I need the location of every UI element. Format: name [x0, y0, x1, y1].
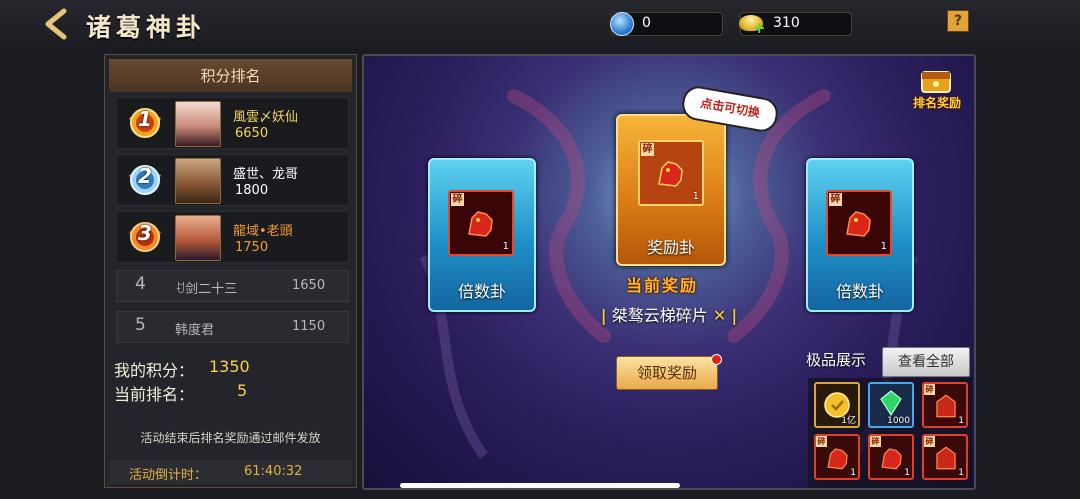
beast-fragment-icon	[827, 448, 848, 470]
player-name: 韩度君	[175, 323, 215, 338]
rank-number: 1	[138, 107, 152, 131]
tower-fragment-icon	[936, 394, 956, 418]
rank-number: 4	[135, 274, 146, 294]
back-arrow-icon[interactable]	[40, 8, 74, 40]
fragment-tag: 碎	[924, 384, 935, 395]
home-indicator[interactable]	[400, 483, 680, 488]
multiply-icon: ✕	[712, 306, 727, 325]
fragment-tag: 碎	[924, 436, 935, 447]
gold-ingot-counter: + 310	[739, 12, 852, 37]
reward-item-name: 桀骜云梯碎片	[611, 306, 708, 325]
showcase-item[interactable]: 碎 1	[814, 434, 860, 480]
player-score: 1800	[235, 183, 269, 198]
countdown-bar: 活动倒计时： 61:40:32	[109, 460, 352, 484]
rank-row-4[interactable]: 4 ꀀ剑二十三 1650	[116, 270, 349, 302]
player-score: 1750	[235, 240, 269, 255]
player-name: 龍域•老頭	[233, 224, 293, 239]
gold-ingot-value: 310	[773, 15, 800, 31]
taiji-currency-counter: 0	[610, 12, 723, 36]
card-label: 倍数卦	[835, 282, 884, 301]
avatar	[175, 158, 221, 204]
rank-row-2[interactable]: 2 盛世、龙哥 1800	[116, 154, 349, 206]
card-label: 奖励卦	[646, 238, 695, 257]
multiplier-card-left[interactable]: 碎 1 倍数卦	[428, 158, 536, 312]
item-quantity: 1	[502, 241, 509, 252]
rank-number: 5	[135, 315, 146, 335]
item-quantity: 1	[958, 468, 964, 478]
fragment-tag: 碎	[451, 193, 464, 206]
fragment-item-slot: 碎 1	[448, 190, 514, 256]
add-ingot-icon[interactable]: +	[753, 19, 766, 37]
item-quantity: 1	[850, 468, 856, 478]
help-button[interactable]: ?	[947, 10, 969, 32]
my-score-label: 我的积分：	[114, 361, 195, 380]
fragment-item-slot: 碎 1	[826, 190, 892, 256]
bracket-right-icon: |	[731, 306, 738, 325]
rank-row-1[interactable]: 1 風雲〆妖仙 6650	[116, 97, 349, 149]
fragment-tag: 碎	[870, 436, 881, 447]
showcase-item[interactable]: 碎 1	[868, 434, 914, 480]
reward-mail-notice: 活动结束后排名奖励通过邮件发放	[140, 431, 321, 445]
ranking-panel: 积分排名 1 風雲〆妖仙 6650 2 盛世、龙哥 1800 3 龍域•老頭 1…	[104, 54, 357, 488]
player-score: 1150	[292, 319, 326, 334]
item-quantity: 1	[880, 241, 887, 252]
reward-name-line: | 桀骜云梯碎片 ✕ |	[584, 302, 754, 326]
fragment-tag: 碎	[829, 193, 842, 206]
view-all-button[interactable]: 查看全部	[882, 347, 970, 377]
beast-fragment-icon	[881, 448, 902, 470]
showcase-item[interactable]: 1000	[868, 382, 914, 428]
item-quantity: 1	[904, 468, 910, 478]
tower-fragment-icon	[936, 446, 956, 470]
avatar	[175, 101, 221, 147]
player-name: ꀀ剑二十三	[175, 282, 238, 297]
beast-fragment-icon	[658, 161, 683, 187]
countdown-label: 活动倒计时：	[129, 468, 208, 483]
beast-fragment-icon	[846, 211, 871, 237]
showcase-item[interactable]: 1亿	[814, 382, 860, 428]
notification-dot-icon	[711, 354, 722, 365]
beast-fragment-icon	[468, 211, 493, 237]
showcase-grid: 1亿 1000 碎 1 碎 1 碎 1 碎 1	[808, 378, 972, 488]
item-quantity: 1亿	[841, 416, 856, 426]
rank-number: 2	[138, 164, 152, 188]
player-score: 6650	[235, 126, 269, 141]
rank-reward-label[interactable]: 排名奖励	[904, 94, 970, 111]
bracket-left-icon: |	[600, 306, 607, 325]
fragment-item-slot: 碎 1	[638, 140, 704, 206]
ranking-header: 积分排名	[109, 59, 352, 92]
showcase-title: 极品展示	[806, 351, 867, 369]
rank-number: 3	[138, 221, 152, 245]
my-rank-label: 当前排名：	[114, 385, 195, 404]
multiplier-card-right[interactable]: 碎 1 倍数卦	[806, 158, 914, 312]
page-title: 诸葛神卦	[86, 13, 207, 42]
fragment-tag: 碎	[816, 436, 827, 447]
reward-card-center[interactable]: 碎 1 奖励卦	[616, 114, 726, 266]
jade-gem-icon	[880, 390, 902, 416]
rank-row-5[interactable]: 5 韩度君 1150	[116, 311, 349, 343]
player-name: 盛世、龙哥	[233, 167, 299, 182]
player-score: 1650	[292, 278, 326, 293]
showcase-item[interactable]: 碎 1	[922, 382, 968, 428]
item-quantity: 1000	[887, 416, 910, 426]
my-rank-value: 5	[237, 381, 248, 400]
player-name: 風雲〆妖仙	[233, 110, 299, 125]
rank-row-3[interactable]: 3 龍域•老頭 1750	[116, 211, 349, 263]
divination-panel: 排名奖励 碎 1 倍数卦 碎 1 奖励卦 点击可切换 碎 1 倍数卦 当前奖励 …	[362, 54, 976, 490]
my-score-value: 1350	[209, 357, 250, 376]
taiji-currency-value: 0	[642, 15, 651, 31]
showcase-item[interactable]: 碎 1	[922, 434, 968, 480]
card-label: 倍数卦	[457, 282, 506, 301]
current-reward-title: 当前奖励	[625, 276, 698, 295]
taiji-coin-icon	[610, 12, 634, 36]
fragment-tag: 碎	[641, 143, 654, 156]
top-bar: 诸葛神卦 0 + 310 ?	[0, 0, 1080, 48]
ranking-title: 积分排名	[200, 67, 261, 85]
item-quantity: 1	[958, 416, 964, 426]
item-quantity: 1	[692, 191, 699, 202]
avatar	[175, 215, 221, 261]
claim-reward-button[interactable]: 领取奖励	[616, 356, 718, 390]
countdown-value: 61:40:32	[244, 464, 303, 479]
